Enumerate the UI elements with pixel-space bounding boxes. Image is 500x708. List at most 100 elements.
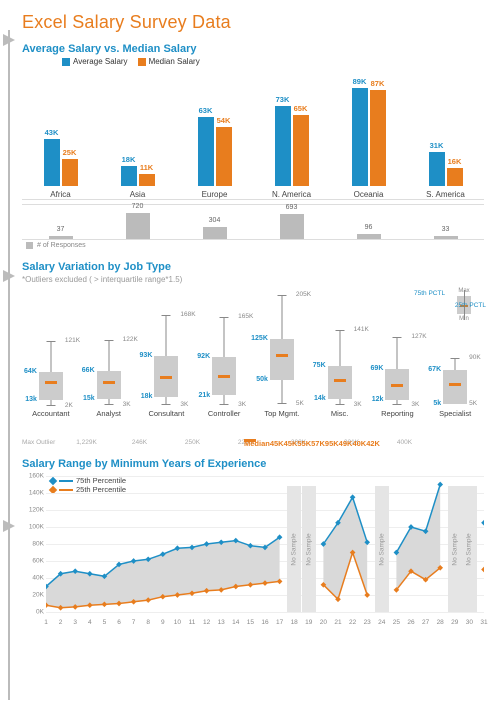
category-label: N. America: [272, 190, 311, 199]
x-tick: 22: [349, 619, 356, 626]
square-icon: [138, 58, 146, 66]
x-tick: 15: [247, 619, 254, 626]
bar-med: 65K: [293, 115, 309, 187]
y-tick: 0K: [22, 609, 44, 616]
x-tick: 4: [88, 619, 92, 626]
response-bar: 304: [176, 205, 253, 239]
no-sample-band: No Sample: [448, 486, 463, 612]
chart2-box: Max Min 75th PCTL 25th PCTL 64K 13k 121K…: [22, 288, 484, 438]
x-tick: 6: [117, 619, 121, 626]
bar-group: 18K 11K Asia: [99, 70, 176, 199]
chart1-legend: Average Salary Median Salary: [62, 57, 484, 66]
response-bar: 37: [22, 205, 99, 239]
x-tick: 12: [203, 619, 210, 626]
bar-avg: 18K: [121, 166, 137, 186]
median-cell: 40K: [352, 439, 366, 442]
box-plot: 66K 15k 122K 3K Analyst: [80, 288, 138, 418]
bar-avg: 43K: [44, 139, 60, 186]
y-tick: 80K: [22, 541, 44, 548]
y-tick: 140K: [22, 490, 44, 497]
box-plot: 92K 21k 165K 3K Controller: [195, 288, 253, 418]
square-icon: [62, 58, 70, 66]
x-tick: 9: [161, 619, 165, 626]
data-point: [437, 482, 443, 488]
legend-label: Median Salary: [149, 57, 200, 66]
y-tick: 160K: [22, 473, 44, 480]
row-header: Max Outlier: [22, 439, 60, 446]
category-label: Top Mgmt.: [264, 409, 299, 418]
y-tick: 40K: [22, 575, 44, 582]
box-plot: 75K 14k 141K 3K Misc.: [311, 288, 369, 418]
x-tick: 17: [276, 619, 283, 626]
category-label: Oceania: [354, 190, 384, 199]
x-tick: 21: [334, 619, 341, 626]
median-cell: 95K: [325, 439, 339, 442]
x-tick: 10: [174, 619, 181, 626]
x-tick: 2: [59, 619, 63, 626]
bar-med: 16K: [447, 168, 463, 186]
vertical-rule: [8, 30, 10, 700]
bar-avg: 63K: [198, 117, 214, 186]
x-tick: 31: [480, 619, 487, 626]
median-cell: 55K: [297, 439, 311, 442]
x-tick: 28: [437, 619, 444, 626]
row-header: Median: [244, 439, 270, 442]
x-tick: 30: [466, 619, 473, 626]
bar-group: 31K 16K S. America: [407, 70, 484, 199]
x-tick: 19: [305, 619, 312, 626]
legend-label: Average Salary: [73, 57, 128, 66]
bar-group: 43K 25K Africa: [22, 70, 99, 199]
category-label: Reporting: [381, 409, 414, 418]
x-tick: 11: [189, 619, 196, 626]
category-label: Africa: [50, 190, 70, 199]
section2-note: *Outliers excluded ( > interquartile ran…: [22, 275, 484, 284]
legend-label: # of Responses: [37, 242, 86, 249]
x-tick: 27: [422, 619, 429, 626]
arrow-icon: [3, 34, 15, 46]
outlier-cell: 250K: [166, 439, 219, 446]
arrow-icon: [3, 520, 15, 532]
category-label: Analyst: [96, 409, 121, 418]
section3-title: Salary Range by Minimum Years of Experie…: [22, 458, 484, 470]
x-tick: 25: [393, 619, 400, 626]
no-sample-band: No Sample: [302, 486, 317, 612]
median-cell: 49K: [339, 439, 353, 442]
box-plot: 125K 50k 205K 5K Top Mgmt.: [253, 288, 311, 418]
category-label: S. America: [426, 190, 465, 199]
response-bar: 720: [99, 205, 176, 239]
x-tick: 8: [146, 619, 150, 626]
no-sample-band: No Sample: [462, 486, 477, 612]
box-plot: 69K 12k 127K 3K Reporting: [369, 288, 427, 418]
area-fill: [323, 497, 367, 599]
chart3-line: 75th Percentile 25th Percentile 0K20K40K…: [22, 476, 484, 626]
x-tick: 18: [291, 619, 298, 626]
responses-legend: # of Responses: [26, 242, 484, 249]
box-plot: 93K 18k 168K 3K Consultant: [138, 288, 196, 418]
y-tick: 100K: [22, 524, 44, 531]
x-tick: 23: [364, 619, 371, 626]
square-icon: [26, 242, 33, 249]
y-tick: 20K: [22, 592, 44, 599]
bar-avg: 89K: [352, 88, 368, 186]
response-bar: 96: [330, 205, 407, 239]
x-tick: 29: [451, 619, 458, 626]
x-tick: 1: [44, 619, 48, 626]
box-plot: 64K 13k 121K 2K Accountant: [22, 288, 80, 418]
bar-med: 54K: [216, 127, 232, 186]
bar-avg: 31K: [429, 152, 445, 186]
median-cell: 42K: [366, 439, 380, 442]
x-tick: 20: [320, 619, 327, 626]
box-plot: 67K 5k 90K 5K Specialist: [426, 288, 484, 418]
median-cell: 45K: [270, 439, 284, 442]
bar-group: 73K 65K N. America: [253, 70, 330, 199]
median-cell: 45K: [284, 439, 298, 442]
median-cell: 57K: [311, 439, 325, 442]
page-title: Excel Salary Survey Data: [22, 12, 484, 33]
x-tick: 5: [103, 619, 107, 626]
x-tick: 3: [73, 619, 77, 626]
response-bar: 693: [253, 205, 330, 239]
arrow-icon: [3, 270, 15, 282]
category-label: Misc.: [331, 409, 349, 418]
data-point: [481, 567, 484, 573]
no-sample-band: No Sample: [375, 486, 390, 612]
